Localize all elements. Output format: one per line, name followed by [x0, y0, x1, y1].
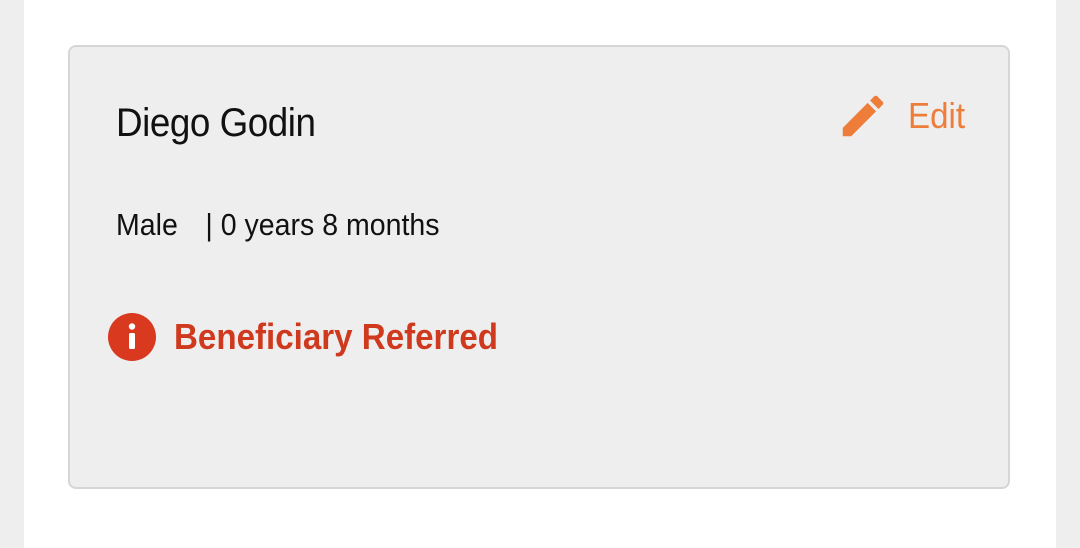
info-icon — [108, 313, 156, 361]
screen-background: Diego Godin Edit Male | 0 years 8 months … — [0, 0, 1080, 548]
pencil-icon — [836, 89, 890, 143]
beneficiary-card: Diego Godin Edit Male | 0 years 8 months … — [68, 45, 1010, 489]
edit-label: Edit — [907, 95, 966, 136]
edit-button[interactable]: Edit — [836, 89, 970, 143]
beneficiary-name: Diego Godin — [116, 101, 316, 145]
gender-text: Male — [116, 207, 178, 242]
age-text: | 0 years 8 months — [205, 207, 440, 242]
status-row: Beneficiary Referred — [108, 313, 526, 361]
status-label: Beneficiary Referred — [174, 316, 498, 357]
beneficiary-details: Male | 0 years 8 months — [116, 207, 440, 243]
